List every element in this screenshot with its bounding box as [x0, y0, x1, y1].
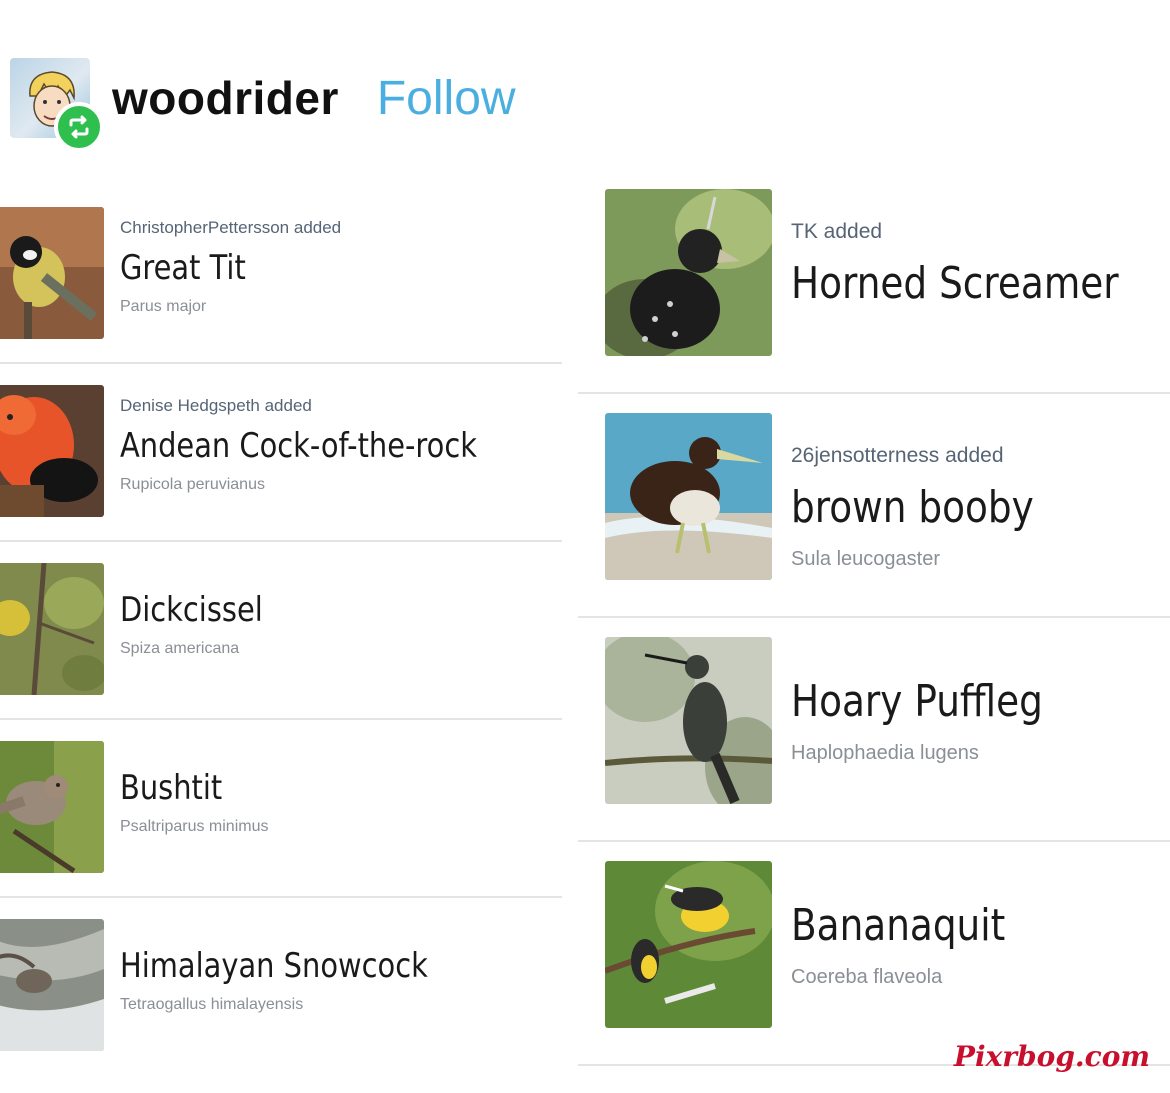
scientific-name: Psaltriparus minimus	[120, 818, 269, 835]
bird-name[interactable]: Horned Screamer	[791, 258, 1119, 310]
added-by-label[interactable]: TK added	[791, 220, 1170, 244]
watermark: Pixrbog.com	[953, 1040, 1150, 1073]
scientific-name: Parus major	[120, 298, 207, 315]
bird-photo	[605, 413, 772, 580]
bird-photo	[0, 919, 104, 1051]
list-item[interactable]: Himalayan Snowcock Tetraogallus himalaye…	[0, 898, 562, 1076]
bird-name[interactable]: brown booby	[791, 482, 1034, 534]
reblog-icon	[54, 102, 104, 152]
scientific-name: Sula leucogaster	[791, 548, 940, 570]
added-by-label[interactable]: 26jensotterness added	[791, 444, 1077, 468]
bird-name[interactable]: Andean Cock-of-the-rock	[120, 426, 477, 466]
bird-name[interactable]: Bushtit	[120, 768, 246, 808]
bird-photo	[605, 861, 772, 1028]
bird-name[interactable]: Himalayan Snowcock	[120, 946, 428, 986]
bird-name[interactable]: Dickcissel	[120, 590, 263, 630]
bird-name[interactable]: Great Tit	[120, 248, 308, 288]
list-item[interactable]: Bananaquit Coereba flaveola	[578, 842, 1170, 1066]
bird-name[interactable]: Bananaquit	[791, 900, 1005, 952]
bird-list-left: ChristopherPettersson added Great Tit Pa…	[0, 186, 562, 1076]
post-header: woodrider Follow	[10, 56, 516, 152]
username[interactable]: woodrider	[112, 71, 339, 125]
list-item[interactable]: Hoary Puffleg Haplophaedia lugens	[578, 618, 1170, 842]
follow-button[interactable]: Follow	[377, 71, 516, 126]
scientific-name: Spiza americana	[120, 640, 240, 657]
bird-photo	[0, 741, 104, 873]
scientific-name: Haplophaedia lugens	[791, 742, 979, 764]
scientific-name: Tetraogallus himalayensis	[120, 996, 304, 1013]
bird-photo	[0, 563, 104, 695]
list-item[interactable]: Bushtit Psaltriparus minimus	[0, 720, 562, 898]
bird-photo	[0, 207, 104, 339]
bird-list-right: TK added Horned Screamer 26jensotterness…	[578, 170, 1170, 1066]
list-item[interactable]: TK added Horned Screamer	[578, 170, 1170, 394]
added-by-label[interactable]: Denise Hedgspeth added	[120, 396, 540, 416]
list-item[interactable]: ChristopherPettersson added Great Tit Pa…	[0, 186, 562, 364]
bird-photo	[605, 637, 772, 804]
bird-photo	[0, 385, 104, 517]
avatar[interactable]	[10, 58, 104, 152]
list-item[interactable]: Dickcissel Spiza americana	[0, 542, 562, 720]
added-by-label[interactable]: ChristopherPettersson added	[120, 218, 341, 238]
list-item[interactable]: Denise Hedgspeth added Andean Cock-of-th…	[0, 364, 562, 542]
bird-photo	[605, 189, 772, 356]
bird-name[interactable]: Hoary Puffleg	[791, 676, 1043, 728]
scientific-name: Coereba flaveola	[791, 966, 943, 988]
list-item[interactable]: 26jensotterness added brown booby Sula l…	[578, 394, 1170, 618]
scientific-name: Rupicola peruvianus	[120, 476, 265, 493]
